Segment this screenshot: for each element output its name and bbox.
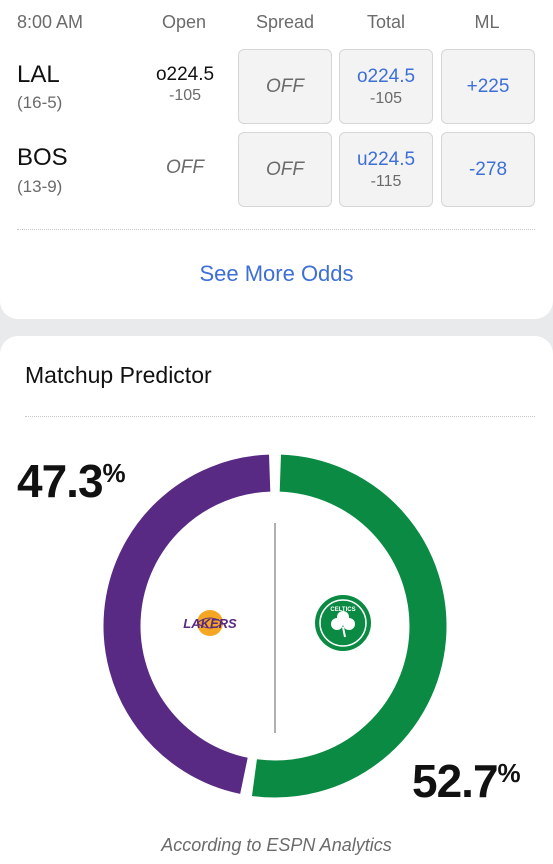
- predictor-divider: [25, 416, 535, 417]
- celtics-logo: CELTICS: [315, 595, 371, 651]
- ml-button-lal[interactable]: +225: [441, 49, 535, 124]
- home-pct-value: 52.7: [412, 755, 499, 807]
- spread-button-bos[interactable]: OFF: [238, 132, 332, 207]
- open-cell-bos: OFF: [135, 157, 235, 179]
- spread-button-lal[interactable]: OFF: [238, 49, 332, 124]
- total-line-lal: o224.5: [356, 65, 416, 87]
- lakers-logo: LAKERS: [183, 610, 237, 636]
- odds-card: 8:00 AM Open Spread Total ML LAL (16-5) …: [0, 0, 553, 319]
- team-record-lal: (16-5): [17, 93, 63, 112]
- team-record-bos: (13-9): [17, 177, 63, 196]
- col-open-header: Open: [161, 12, 207, 32]
- spread-value-lal: OFF: [266, 75, 304, 97]
- open-cell-lal: o224.5 -105: [135, 64, 235, 105]
- total-odds-lal: -105: [369, 89, 403, 107]
- celtics-logo-text: CELTICS: [330, 607, 355, 613]
- col-total-header: Total: [366, 12, 406, 32]
- see-more-odds-link[interactable]: See More Odds: [0, 261, 553, 287]
- odds-divider: [17, 229, 535, 230]
- ml-button-bos[interactable]: -278: [441, 132, 535, 207]
- analytics-footnote: According to ESPN Analytics: [161, 835, 392, 855]
- open-line-lal: o224.5: [155, 64, 215, 85]
- game-time: 8:00 AM: [17, 12, 84, 32]
- home-win-pct: 52.7%: [412, 754, 521, 808]
- total-button-bos[interactable]: u224.5 -115: [339, 132, 433, 207]
- spread-value-bos: OFF: [266, 158, 304, 180]
- away-pct-value: 47.3: [17, 455, 104, 507]
- team-abbr-bos: BOS: [17, 144, 68, 171]
- ml-value-bos: -278: [468, 158, 508, 180]
- open-line-bos: OFF: [166, 157, 204, 178]
- col-spread-header: Spread: [255, 12, 315, 32]
- team-abbr-lal: LAL: [17, 61, 60, 88]
- open-odds-lal: -105: [168, 87, 202, 104]
- matchup-predictor-card: Matchup Predictor 47.3% LAKERS CELTICS 5…: [0, 336, 553, 864]
- total-odds-bos: -115: [370, 172, 402, 190]
- lakers-logo-text: LAKERS: [183, 616, 237, 631]
- predictor-title: Matchup Predictor: [25, 362, 212, 388]
- total-line-bos: u224.5: [356, 148, 416, 170]
- win-probability-donut: LAKERS CELTICS: [103, 454, 447, 798]
- home-pct-symbol: %: [497, 758, 521, 788]
- col-ml-header: ML: [474, 12, 500, 32]
- ml-value-lal: +225: [466, 75, 510, 97]
- total-button-lal[interactable]: o224.5 -105: [339, 49, 433, 124]
